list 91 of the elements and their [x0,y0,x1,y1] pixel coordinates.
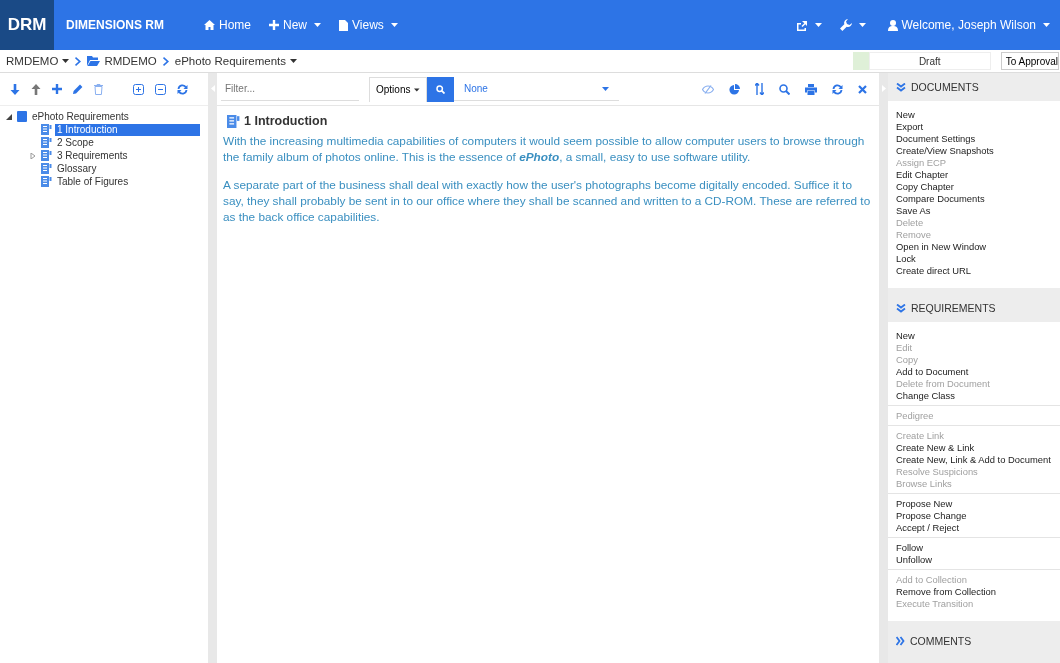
panel-header[interactable]: COMMENTS [888,627,1060,655]
nav-menu[interactable]: Views [339,18,398,32]
action-link[interactable]: Add to Document [896,366,1052,378]
panel-header[interactable]: REQUIREMENTS [888,294,1060,322]
document-icon [41,176,52,187]
action-link[interactable]: New [896,330,1052,342]
action-link[interactable]: Create direct URL [896,265,1052,277]
caret-icon [62,59,70,63]
action-link[interactable]: Create New, Link & Add to Document [896,454,1052,466]
document-icon [41,124,52,135]
action-link[interactable]: Unfollow [896,554,1052,566]
folder-icon [87,56,101,66]
status-label: Draft [868,52,991,70]
user-menu[interactable]: Welcome, Joseph Wilson [887,18,1050,32]
nav-menu[interactable]: Home [204,18,252,32]
pie-chart-icon[interactable] [729,83,740,95]
action-link[interactable]: Remove from Collection [896,586,1052,598]
breadcrumb-link[interactable]: ePhoto Requirements [174,55,297,67]
caret-icon [314,23,322,27]
chevron-right-icon [75,56,82,66]
book-icon [17,111,27,122]
tree-item[interactable]: ePhoto Requirements [30,110,200,123]
search-icon[interactable] [779,83,790,95]
tree-item[interactable]: Table of Figures [55,175,200,188]
search-icon [436,84,445,94]
caret-icon [1043,23,1050,27]
tree-item[interactable]: 2 Scope [55,136,200,149]
document-icon [41,150,52,161]
toolbar-menu[interactable] [839,19,866,31]
breadcrumb-link[interactable]: RMDEMO [6,55,70,67]
expand-all-icon[interactable] [133,83,144,95]
view-select[interactable]: None [454,77,619,101]
action-link[interactable]: Open in New Window [896,241,1052,253]
user-icon [887,19,898,31]
sort-icon[interactable] [755,83,764,95]
caret-icon [814,23,822,27]
collapsed-arrow-icon[interactable] [30,152,36,159]
arrow-down-icon[interactable] [10,83,20,95]
caret-icon [390,23,398,27]
action-link[interactable]: Compare Documents [896,193,1052,205]
refresh-icon[interactable] [832,83,843,95]
chapter-heading: 1 Introduction [244,114,328,128]
action-link[interactable]: Lock [896,253,1052,265]
action-link[interactable]: Change Class [896,390,1052,402]
document-icon [41,163,52,174]
action-link[interactable]: Accept / Reject [896,522,1052,534]
plus-icon[interactable] [52,84,62,94]
transition-button[interactable]: To Approval [1000,52,1059,70]
paragraph: With the increasing multimedia capabilities of computers it would seem possible to allow computer users to browse through the family album of photos online. This is the essence of ePhoto, a small, easy to use software utility. [223,133,866,165]
product-name: DIMENSIONS RM [66,18,164,32]
logo[interactable]: DRM [0,0,54,50]
action-link[interactable]: Create/View Snapshots [896,145,1052,157]
caret-icon [602,86,609,91]
document-icon [339,19,349,31]
action-link[interactable]: Edit Chapter [896,169,1052,181]
chevron-right-icon [162,56,169,66]
action-link[interactable]: Save As [896,205,1052,217]
action-link[interactable]: Propose Change [896,510,1052,522]
options-button[interactable]: Options [369,76,427,102]
share-icon [795,19,808,31]
document-icon [41,137,52,148]
action-link[interactable]: Export [896,121,1052,133]
action-link[interactable]: Follow [896,542,1052,554]
caret-icon [414,87,420,92]
tree-item[interactable]: 1 Introduction [55,123,200,136]
nav-menu[interactable]: New [269,18,322,32]
action-link[interactable]: Document Settings [896,133,1052,145]
refresh-icon[interactable] [177,83,188,95]
plus-icon [269,20,280,30]
pencil-icon[interactable] [73,84,83,94]
expanded-arrow-icon[interactable] [6,113,12,120]
toolbar-menu[interactable] [795,19,822,31]
tree-item[interactable]: Glossary [55,162,200,175]
action-link[interactable]: Copy Chapter [896,181,1052,193]
wrench-icon [839,19,852,31]
print-icon[interactable] [805,83,817,95]
search-button[interactable] [427,76,454,102]
action-link[interactable]: Create New & Link [896,442,1052,454]
caret-icon [858,23,866,27]
close-icon[interactable] [858,84,867,94]
tree-item[interactable]: 3 Requirements [55,149,200,162]
breadcrumb-link[interactable]: RMDEMO [87,55,157,67]
panel-header[interactable]: DOCUMENTS [888,73,1060,101]
document-icon [227,114,240,128]
action-link[interactable]: Propose New [896,498,1052,510]
home-icon [204,20,215,30]
paragraph: A separate part of the business shall deal with exactly how the user's photographs become digitally encoded. Suffice it to say, they shall probably be sent in to our office where they shall be scanned and written to a CD-ROM. These are referred to as the back office capabilities. [223,177,872,225]
action-link[interactable]: New [896,109,1052,121]
caret-icon [290,59,297,63]
collapse-all-icon[interactable] [155,83,166,95]
arrow-up-icon[interactable] [31,83,41,95]
